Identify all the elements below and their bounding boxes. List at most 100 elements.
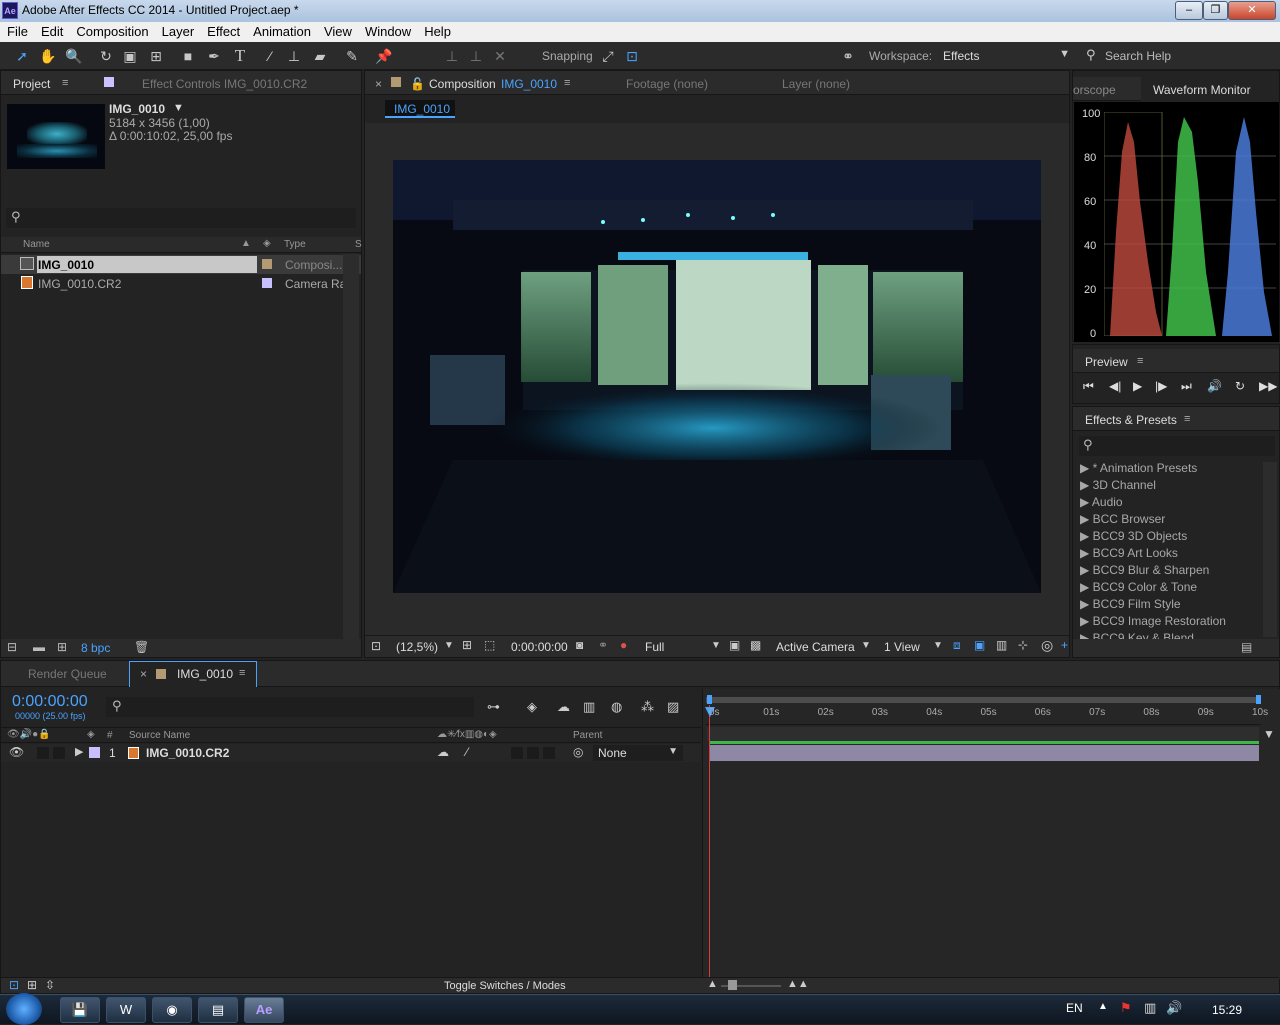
composition-viewer-image[interactable] (393, 160, 1041, 593)
tab-render-queue[interactable]: Render Queue (28, 667, 107, 681)
type-tool-icon[interactable]: T (230, 46, 250, 66)
region-of-interest-icon[interactable]: ▣ (729, 638, 740, 652)
timeline-icon[interactable]: ▥ (996, 638, 1007, 652)
rotate-tool-icon[interactable]: ↻ (96, 46, 116, 66)
snap-feature-icon[interactable]: ⊡ (622, 46, 642, 66)
always-preview-icon[interactable]: ⊡ (371, 639, 381, 653)
tab-preview[interactable]: Preview (1085, 355, 1128, 369)
audio-icon[interactable]: 🔊 (1207, 379, 1222, 393)
close-tab-icon[interactable]: × (140, 667, 147, 681)
effects-category-item[interactable]: ▶ BCC9 3D Objects (1080, 529, 1187, 543)
taskbar-document-icon[interactable]: ▤ (198, 997, 238, 1023)
in-out-icon[interactable]: ⇳ (45, 978, 55, 992)
effects-category-item[interactable]: ▶ BCC9 Image Restoration (1080, 614, 1226, 628)
column-size[interactable]: S (355, 239, 362, 250)
new-item-icon[interactable]: ▤ (1241, 640, 1252, 654)
toggle-pixel-aspect-icon[interactable]: ⧈ (953, 638, 961, 653)
grid-icon[interactable]: ⊞ (462, 638, 472, 652)
effects-scrollbar[interactable] (1263, 462, 1277, 637)
project-item-row[interactable]: IMG_0010.CR2 Camera Raw (1, 274, 361, 293)
network-icon[interactable]: ▥ (1144, 1000, 1156, 1016)
comp-mini-flowchart-icon[interactable]: ⊶ (487, 699, 500, 715)
column-parent[interactable]: Parent (573, 730, 602, 741)
project-search-input[interactable]: ⚲ (6, 208, 356, 228)
search-help-field[interactable]: ⚲ Search Help (1082, 47, 1277, 66)
comp-marker-bin-icon[interactable]: ▼ (1263, 727, 1279, 741)
first-frame-icon[interactable]: ⏮ (1083, 379, 1094, 394)
tray-expand-icon[interactable]: ▲ (1098, 1001, 1108, 1012)
mask-visibility-icon[interactable]: ⬚ (484, 638, 495, 652)
tab-layer[interactable]: Layer (none) (782, 77, 850, 91)
rectangle-tool-icon[interactable]: ■ (178, 46, 198, 66)
roto-brush-tool-icon[interactable]: ✎ (342, 46, 362, 66)
panel-menu-icon[interactable]: ≡ (564, 77, 570, 89)
label-color[interactable] (262, 278, 272, 288)
zoom-level[interactable]: (12,5%) (396, 640, 438, 654)
tab-project[interactable]: Project (13, 77, 50, 91)
new-composition-icon[interactable]: ⊞ (57, 640, 67, 654)
project-scrollbar[interactable] (343, 254, 359, 639)
audio-switch[interactable] (37, 747, 49, 759)
tab-timeline-comp[interactable]: IMG_0010 (177, 667, 233, 681)
menu-edit[interactable]: Edit (34, 22, 69, 39)
zoom-tool-icon[interactable]: 🔍 (64, 46, 84, 66)
project-item-row[interactable]: IMG_0010 Composi... ⊹ (1, 255, 361, 274)
menu-help[interactable]: Help (417, 22, 457, 39)
clone-stamp-tool-icon[interactable]: ⊥ (284, 46, 304, 66)
effects-category-item[interactable]: ▶ BCC9 Film Style (1080, 597, 1181, 611)
panel-menu-icon[interactable]: ≡ (239, 667, 245, 679)
transparency-grid-icon[interactable]: ▩ (750, 638, 761, 652)
menu-layer[interactable]: Layer (155, 22, 201, 39)
eraser-tool-icon[interactable]: ▰ (310, 46, 330, 66)
clock[interactable]: 15:29 (1212, 1003, 1242, 1017)
column-source-name[interactable]: Source Name (129, 730, 190, 741)
comp-flow-tab[interactable]: IMG_0010 (385, 100, 455, 118)
exposure-icon[interactable]: + (1061, 638, 1068, 652)
layer-duration-bar[interactable] (709, 745, 1259, 761)
quality-switch-icon[interactable]: ⁄ (466, 745, 468, 759)
menu-effect[interactable]: Effect (200, 22, 246, 39)
tab-vectorscope[interactable]: orscope (1073, 83, 1116, 97)
effects-category-item[interactable]: ▶ BCC9 Art Looks (1080, 546, 1178, 560)
camera-tool-icon[interactable]: ▣ (120, 46, 140, 66)
zoom-slider-thumb[interactable] (728, 980, 737, 990)
timeline-search-input[interactable]: ⚲ (106, 697, 474, 717)
menu-window[interactable]: Window (358, 22, 417, 39)
draft-3d-icon[interactable]: ◈ (527, 699, 537, 715)
motion-blur-icon[interactable]: ◍ (611, 699, 622, 715)
world-axis-icon[interactable]: ⊥ (466, 46, 486, 66)
shy-switch-icon[interactable]: ☁ (437, 745, 449, 759)
tab-waveform-monitor[interactable]: Waveform Monitor (1153, 83, 1251, 97)
new-folder-icon[interactable]: ▬ (33, 640, 45, 654)
taskbar-save-icon[interactable]: 💾 (60, 997, 100, 1023)
hand-tool-icon[interactable]: ✋ (38, 46, 58, 66)
fast-previews-icon[interactable]: ▣ (974, 638, 985, 652)
timeline-timecode[interactable]: 0:00:00:00 (12, 693, 88, 711)
volume-icon[interactable]: 🔊 (1166, 1000, 1182, 1016)
menu-file[interactable]: File (0, 22, 34, 39)
column-name[interactable]: Name (23, 239, 50, 250)
panel-menu-icon[interactable]: ≡ (62, 77, 68, 89)
close-button[interactable]: ✕ (1228, 1, 1276, 20)
composition-name[interactable]: IMG_0010 (501, 77, 557, 91)
toggle-switches-modes-button[interactable]: Toggle Switches / Modes (444, 980, 566, 992)
pan-behind-tool-icon[interactable]: ⊞ (146, 46, 166, 66)
local-axis-icon[interactable]: ⊥ (442, 46, 462, 66)
snapshot-icon[interactable]: ◙ (576, 638, 583, 652)
switch-slot[interactable] (511, 747, 523, 759)
bit-depth-button[interactable]: 8 bpc (81, 641, 110, 655)
effects-category-item[interactable]: ▶ BCC9 Color & Tone (1080, 580, 1197, 594)
playhead[interactable] (709, 705, 710, 979)
chevron-down-icon[interactable]: ▼ (173, 102, 184, 114)
switch-slot[interactable] (527, 747, 539, 759)
brush-tool-icon[interactable]: ⁄ (260, 46, 280, 66)
layer-label-color[interactable] (89, 747, 100, 758)
eye-icon[interactable]: 👁 (9, 745, 24, 759)
close-tab-icon[interactable]: × (375, 77, 382, 91)
interpret-footage-icon[interactable]: ⊟ (7, 640, 17, 654)
modes-icon[interactable]: ⊞ (27, 978, 37, 992)
ram-preview-icon[interactable]: ▶▶ (1259, 379, 1277, 393)
effects-category-item[interactable]: ▶ BCC9 Blur & Sharpen (1080, 563, 1209, 577)
resolution-value[interactable]: Full (645, 640, 664, 654)
exposure-reset-icon[interactable]: ◎ (1041, 637, 1053, 654)
